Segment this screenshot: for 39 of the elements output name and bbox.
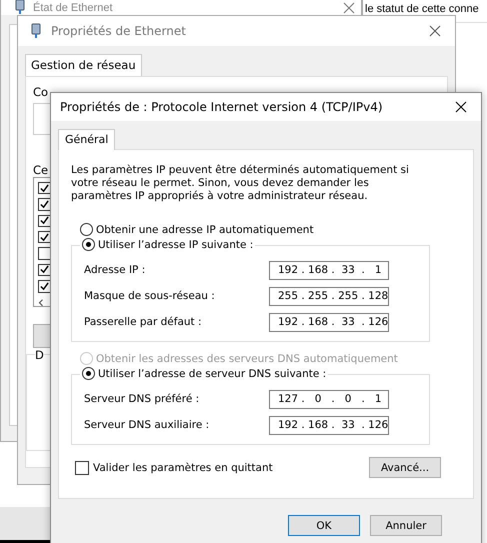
checkbox[interactable] xyxy=(38,198,51,211)
field-label: Adresse IP : xyxy=(84,264,146,276)
field-label: Ce xyxy=(33,163,48,177)
field-label: Co xyxy=(33,85,48,99)
checkbox-option[interactable]: Valider les paramètres en quittant xyxy=(75,460,273,474)
radio-option[interactable]: Utiliser l’adresse de serveur DNS suivante : xyxy=(80,367,328,380)
checkbox[interactable] xyxy=(38,264,51,276)
description-text: Les paramètres IP peuvent être déterminés automatiquement si votre réseau le permet. Sinon, vous devez demander les paramètres IP appropriés à votre administrateur réseau. xyxy=(71,164,410,203)
cancel-button[interactable]: Annuler xyxy=(370,515,442,536)
scroll-left-icon[interactable] xyxy=(38,298,44,306)
field-label: Serveur DNS préféré : xyxy=(84,393,200,405)
checkbox[interactable] xyxy=(38,280,51,293)
window-title: État de Ethernet xyxy=(33,2,112,15)
network-adapter-icon xyxy=(15,0,25,15)
ip-address-field[interactable]: 127 . 0 . 0 . 1 xyxy=(269,390,389,408)
radio-option[interactable]: Obtenir une adresse IP automatiquement xyxy=(80,223,314,236)
checkbox[interactable] xyxy=(38,247,51,260)
field-label: Serveur DNS auxiliaire : xyxy=(84,419,210,431)
checkbox[interactable] xyxy=(38,214,51,228)
network-adapter-icon xyxy=(31,23,41,39)
advanced-button[interactable]: Avancé... xyxy=(369,457,441,478)
radio-option[interactable]: Utiliser l’adresse IP suivante : xyxy=(80,238,256,251)
tab[interactable]: Général xyxy=(58,129,116,150)
ip-address-field[interactable]: 192 . 168 . 33 . 126 xyxy=(269,416,389,434)
ok-button[interactable]: OK xyxy=(288,515,360,536)
status-text: le statut de cette conne xyxy=(365,3,479,15)
tab[interactable]: Gestion de réseau xyxy=(25,54,142,76)
window-title: Propriétés de : Protocole Internet version 4 (TCP/IPv4) xyxy=(60,100,383,114)
close-icon[interactable] xyxy=(429,25,441,37)
checkbox[interactable] xyxy=(38,231,51,244)
checkbox[interactable] xyxy=(38,182,51,194)
ip-address-field[interactable]: 192 . 168 . 33 . 1 xyxy=(269,260,389,280)
group-label: D xyxy=(35,348,44,362)
ip-address-field[interactable]: 192 . 168 . 33 . 126 xyxy=(269,312,389,332)
ip-address-field[interactable]: 255 . 255 . 255 . 128 xyxy=(269,286,389,306)
window-title: Propriétés de Ethernet xyxy=(51,24,186,38)
field-label: Passerelle par défaut : xyxy=(84,316,202,328)
field-label: Masque de sous-réseau : xyxy=(84,290,215,302)
close-icon[interactable] xyxy=(455,101,467,113)
